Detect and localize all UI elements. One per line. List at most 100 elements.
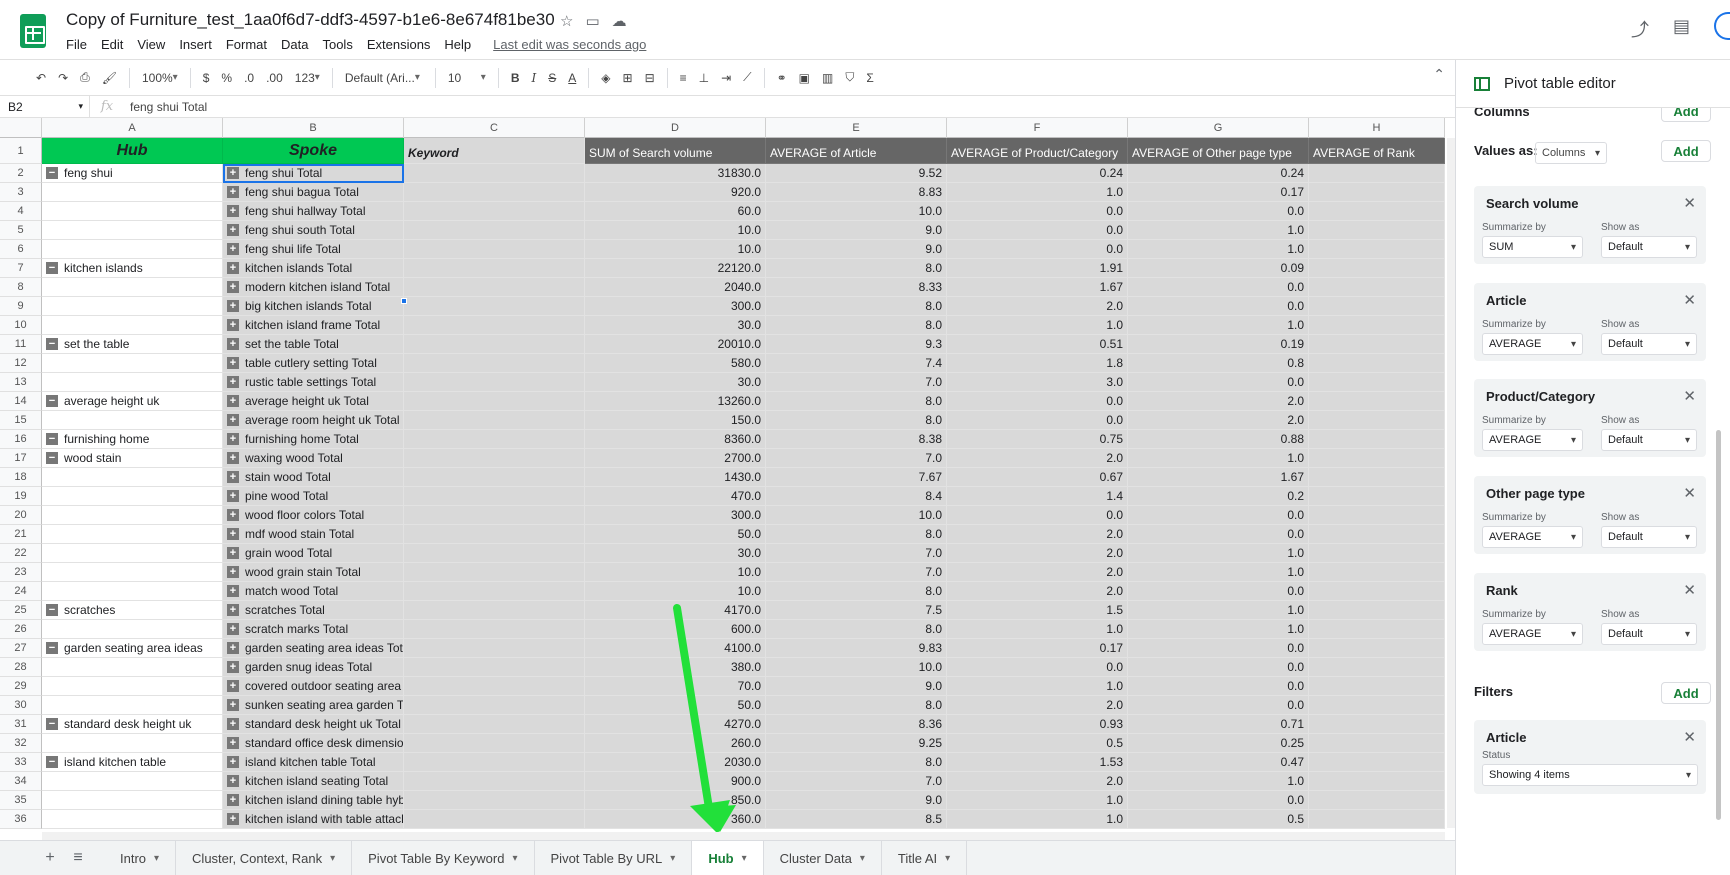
value-cell-d[interactable]: 360.0 [585,810,766,829]
value-cell-e[interactable]: 8.0 [766,753,947,772]
zoom-select[interactable]: 100% [136,66,184,90]
value-cell-e[interactable]: 7.5 [766,601,947,620]
value-cell-h[interactable] [1309,335,1445,354]
row-number[interactable]: 12 [0,354,42,373]
horizontal-align-icon[interactable]: ≡ [674,66,693,90]
bold-icon[interactable]: B [505,66,526,90]
value-cell-g[interactable]: 0.0 [1128,278,1309,297]
value-cell-g[interactable]: 0.0 [1128,677,1309,696]
spoke-cell[interactable]: + kitchen island dining table hybrid Tota… [223,791,404,810]
formula-input[interactable]: feng shui Total [124,100,207,114]
value-cell-f[interactable]: 1.0 [947,677,1128,696]
menu-extensions[interactable]: Extensions [367,37,431,52]
value-cell-e[interactable]: 8.0 [766,392,947,411]
menu-view[interactable]: View [137,37,165,52]
spoke-cell[interactable]: + stain wood Total [223,468,404,487]
value-cell-e[interactable]: 8.0 [766,316,947,335]
font-select[interactable]: Default (Ari... [339,66,429,90]
keyword-cell[interactable] [404,297,585,316]
keyword-cell[interactable] [404,335,585,354]
value-cell-d[interactable]: 10.0 [585,221,766,240]
value-cell-d[interactable]: 4100.0 [585,639,766,658]
row-number[interactable]: 1 [0,138,42,164]
value-cell-h[interactable] [1309,411,1445,430]
spoke-cell[interactable]: + furnishing home Total [223,430,404,449]
collapse-group-icon[interactable]: − [46,452,58,464]
expand-group-icon[interactable]: + [227,699,239,711]
row-number[interactable]: 4 [0,202,42,221]
row-number[interactable]: 11 [0,335,42,354]
product-category-header-cell[interactable]: AVERAGE of Product/Category [947,138,1128,164]
tab-hub[interactable]: Hub [692,840,764,875]
column-header-d[interactable]: D [585,118,766,138]
insert-link-icon[interactable]: ⚭ [771,66,793,90]
expand-group-icon[interactable]: + [227,243,239,255]
collapse-group-icon[interactable]: − [46,433,58,445]
hub-cell[interactable]: − furnishing home [42,430,223,449]
keyword-cell[interactable] [404,506,585,525]
value-cell-f[interactable]: 0.67 [947,468,1128,487]
expand-group-icon[interactable]: + [227,604,239,616]
value-cell-f[interactable]: 0.5 [947,734,1128,753]
all-sheets-icon[interactable]: ≡ [64,849,92,867]
value-cell-g[interactable]: 0.0 [1128,582,1309,601]
more-formats-select[interactable]: 123 [289,66,326,90]
row-number[interactable]: 16 [0,430,42,449]
redo-icon[interactable]: ↷ [52,66,74,90]
value-cell-e[interactable]: 9.0 [766,240,947,259]
value-cell-h[interactable] [1309,696,1445,715]
borders-icon[interactable]: ⊞ [617,66,639,90]
keyword-cell[interactable] [404,164,585,183]
select-all-corner[interactable] [0,118,42,138]
value-cell-g[interactable]: 0.88 [1128,430,1309,449]
close-icon[interactable]: ✕ [1683,728,1696,746]
value-cell-g[interactable]: 0.24 [1128,164,1309,183]
search-volume-header-cell[interactable]: SUM of Search volume [585,138,766,164]
keyword-cell[interactable] [404,601,585,620]
functions-icon[interactable]: Σ [860,66,879,90]
value-cell-f[interactable]: 0.0 [947,202,1128,221]
add-sheet-icon[interactable]: + [36,849,64,867]
spoke-cell[interactable]: + rustic table settings Total [223,373,404,392]
keyword-cell[interactable] [404,563,585,582]
value-cell-d[interactable]: 30.0 [585,316,766,335]
show-as-select[interactable]: Default [1601,526,1697,548]
spoke-cell[interactable]: + garden seating area ideas Total [223,639,404,658]
value-cell-e[interactable]: 8.83 [766,183,947,202]
spoke-cell[interactable]: + wood floor colors Total [223,506,404,525]
value-cell-d[interactable]: 13260.0 [585,392,766,411]
name-box[interactable]: B2 ▾ [0,96,90,117]
keyword-cell[interactable] [404,240,585,259]
value-cell-h[interactable] [1309,753,1445,772]
expand-group-icon[interactable]: + [227,452,239,464]
hub-cell[interactable] [42,202,223,221]
spoke-cell[interactable]: + feng shui hallway Total [223,202,404,221]
undo-icon[interactable]: ↶ [30,66,52,90]
keyword-cell[interactable] [404,468,585,487]
value-cell-g[interactable]: 0.0 [1128,373,1309,392]
spoke-cell[interactable]: + wood grain stain Total [223,563,404,582]
avatar[interactable] [1714,12,1730,40]
value-cell-d[interactable]: 31830.0 [585,164,766,183]
value-cell-f[interactable]: 0.75 [947,430,1128,449]
expand-group-icon[interactable]: + [227,794,239,806]
value-cell-f[interactable]: 1.0 [947,316,1128,335]
value-cell-g[interactable]: 0.47 [1128,753,1309,772]
expand-group-icon[interactable]: + [227,756,239,768]
hub-cell[interactable] [42,297,223,316]
expand-group-icon[interactable]: + [227,623,239,635]
value-cell-e[interactable]: 8.33 [766,278,947,297]
value-cell-g[interactable]: 0.71 [1128,715,1309,734]
value-cell-f[interactable]: 0.24 [947,164,1128,183]
close-icon[interactable]: ✕ [1683,291,1696,309]
value-cell-g[interactable]: 0.0 [1128,525,1309,544]
collapse-group-icon[interactable]: − [46,718,58,730]
value-cell-g[interactable]: 1.0 [1128,221,1309,240]
column-header-h[interactable]: H [1309,118,1445,138]
spoke-cell[interactable]: + grain wood Total [223,544,404,563]
value-cell-e[interactable]: 7.4 [766,354,947,373]
value-cell-e[interactable]: 8.5 [766,810,947,829]
value-cell-h[interactable] [1309,202,1445,221]
value-cell-f[interactable]: 0.0 [947,411,1128,430]
keyword-cell[interactable] [404,677,585,696]
